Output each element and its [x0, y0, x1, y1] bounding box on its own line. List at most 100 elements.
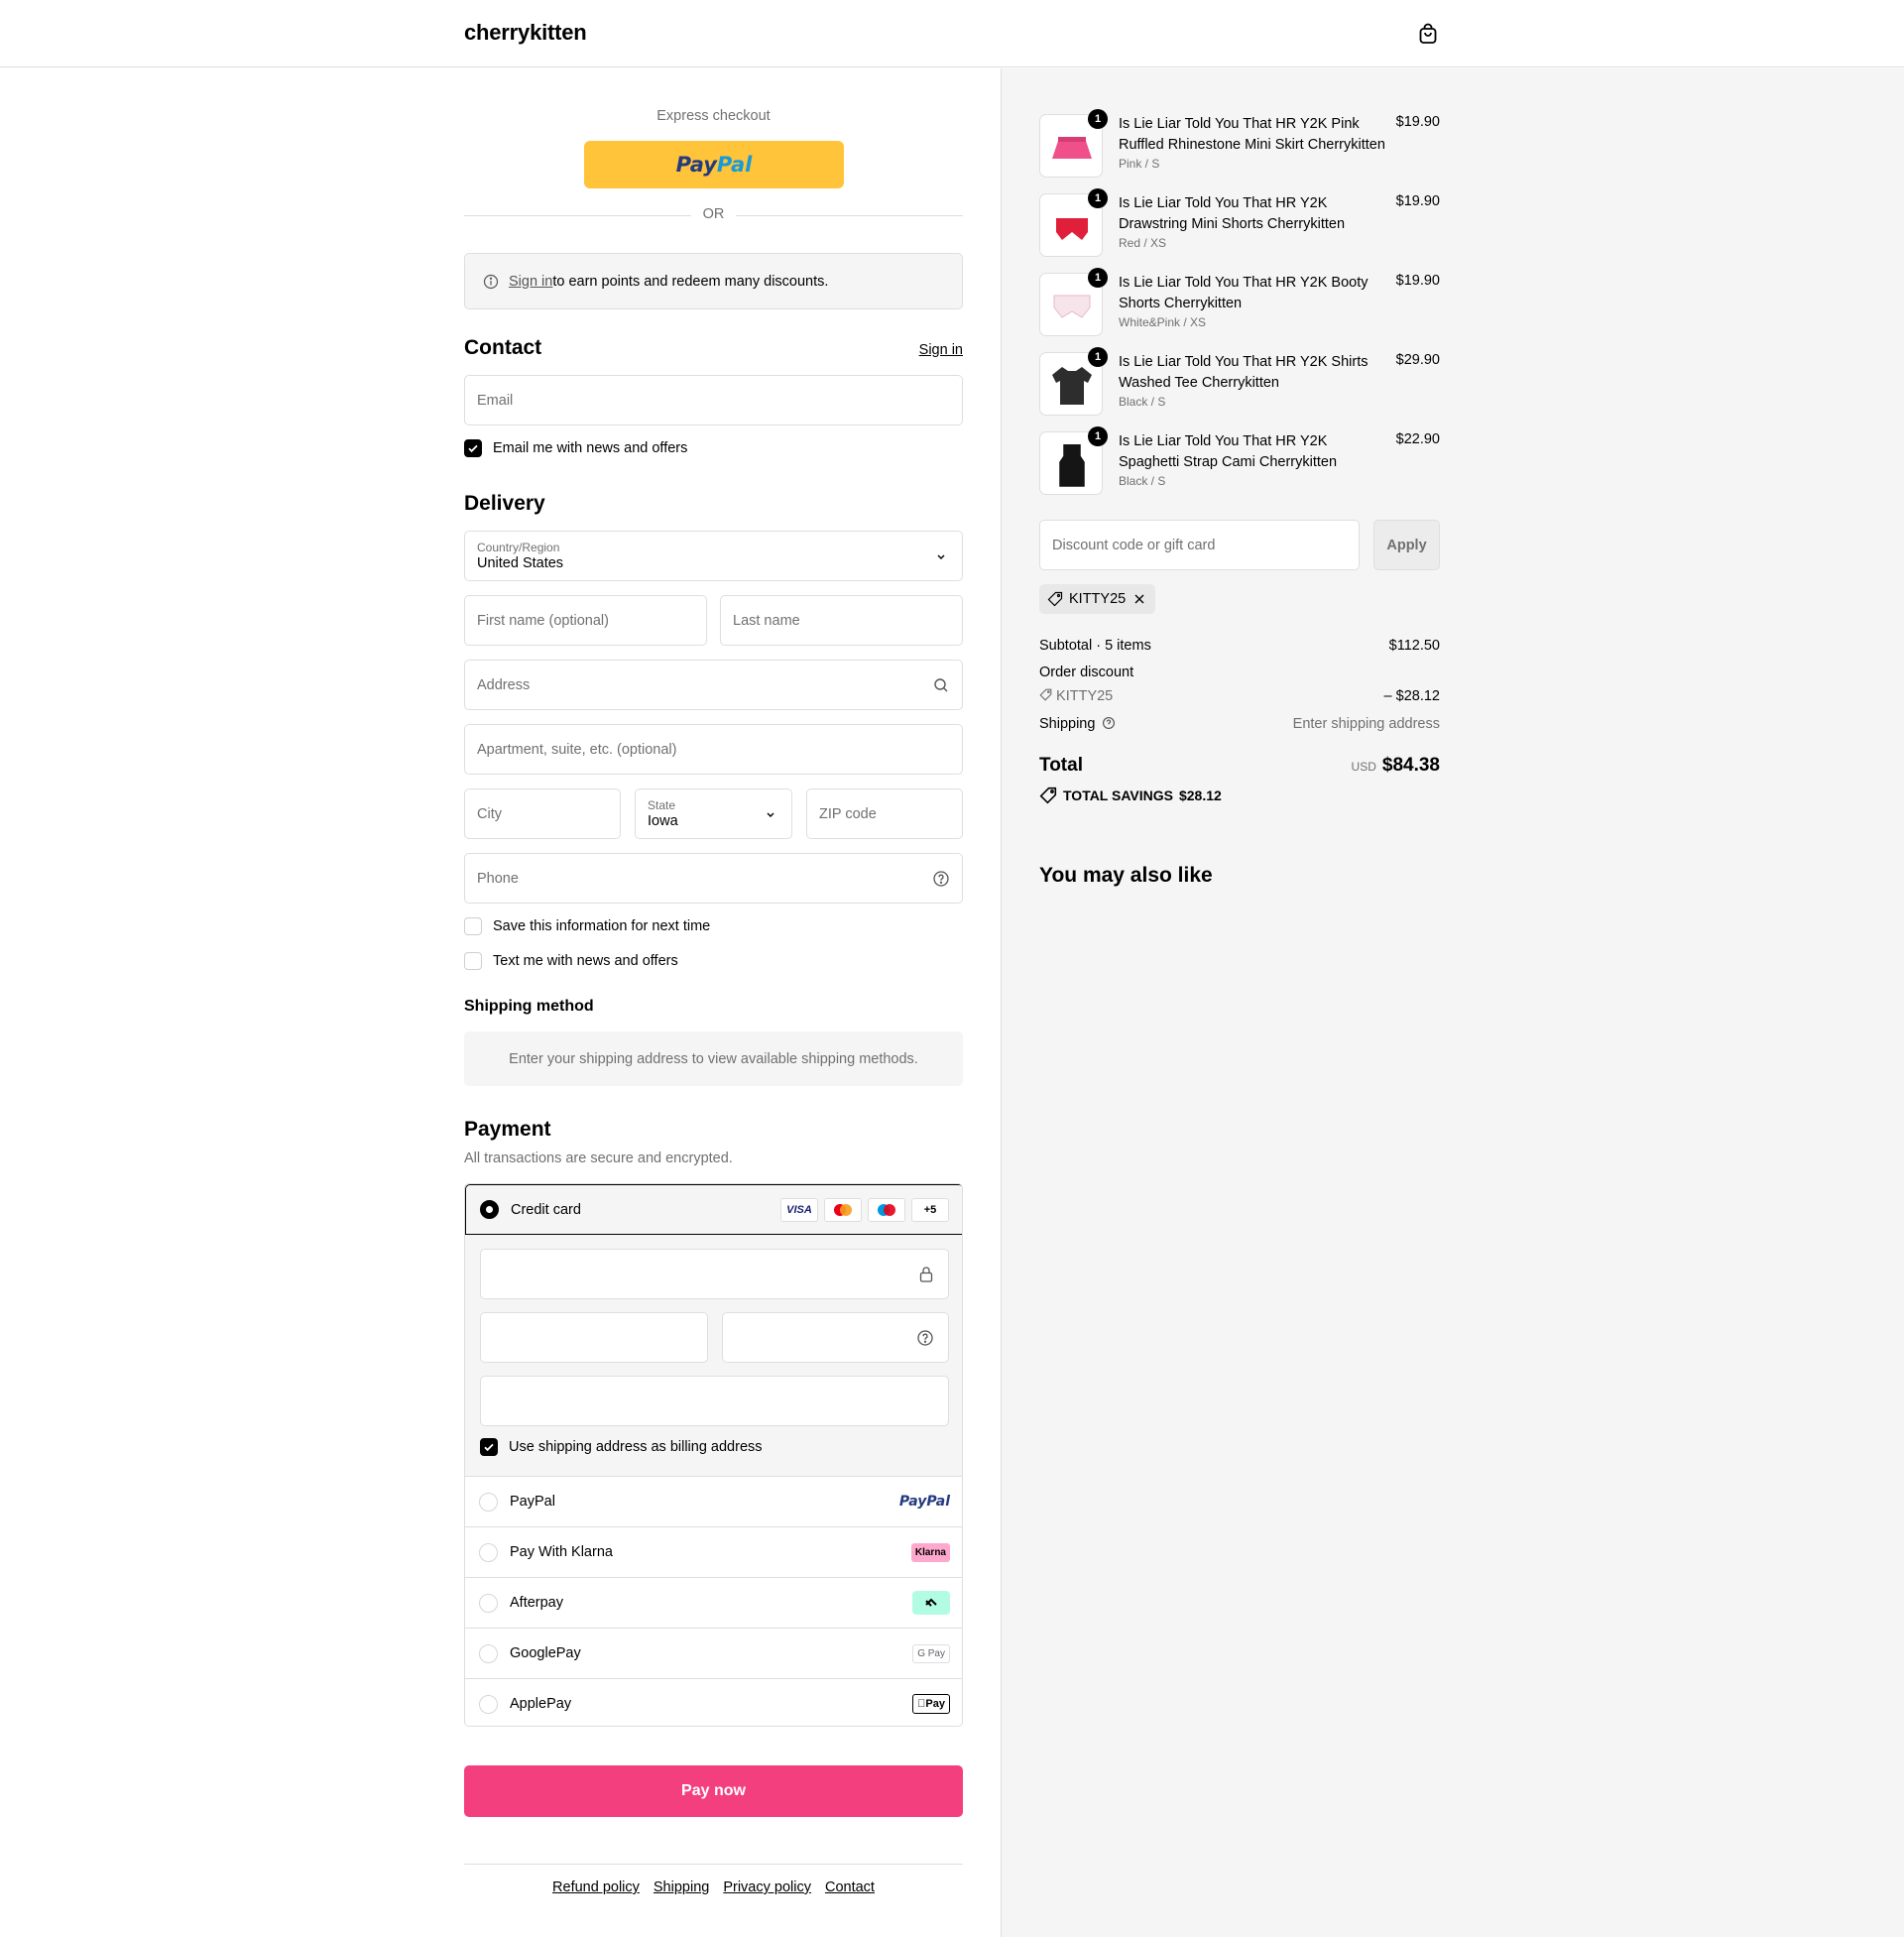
product-thumbnail: 1 — [1039, 347, 1108, 416]
item-title: Is Lie Liar Told You That HR Y2K Drawstr… — [1119, 195, 1346, 232]
credit-card-option[interactable]: Credit card VISA +5 — [465, 1184, 962, 1235]
radio-unselected-icon[interactable] — [479, 1492, 498, 1512]
last-name-field[interactable]: Last name — [720, 595, 963, 646]
mastercard-icon — [824, 1198, 862, 1222]
googlepay-option[interactable]: GooglePay G Pay — [465, 1628, 962, 1678]
zip-field[interactable]: ZIP code — [806, 788, 963, 839]
save-info-checkbox[interactable]: Save this information for next time — [464, 917, 710, 935]
brand-logo[interactable]: cherrykitten — [464, 20, 587, 46]
tag-icon — [1039, 688, 1052, 701]
discount-code-label: KITTY25 — [1056, 688, 1114, 704]
help-circle-icon[interactable] — [916, 1329, 934, 1347]
savings-value: $28.12 — [1178, 787, 1222, 803]
quantity-badge: 1 — [1088, 268, 1108, 288]
paypal-express-button[interactable]: Pay Pal — [584, 141, 844, 188]
apply-discount-button[interactable]: Apply — [1373, 520, 1440, 570]
email-field[interactable]: Email — [464, 375, 963, 425]
radio-unselected-icon[interactable] — [479, 1643, 498, 1663]
refund-policy-link[interactable]: Refund policy — [552, 1879, 640, 1895]
item-variant: White&Pink / XS — [1119, 315, 1207, 329]
text-me-checkbox[interactable]: Text me with news and offers — [464, 952, 678, 970]
phone-placeholder: Phone — [477, 870, 519, 887]
lock-icon — [919, 1267, 933, 1282]
privacy-policy-link[interactable]: Privacy policy — [723, 1879, 811, 1895]
apartment-field[interactable]: Apartment, suite, etc. (optional) — [464, 724, 963, 775]
applied-code-tag: KITTY25 — [1039, 584, 1156, 614]
help-circle-icon[interactable] — [1102, 716, 1116, 730]
country-select[interactable]: Country/Region United States — [464, 531, 963, 581]
country-label: Country/Region — [477, 540, 560, 554]
checkbox-unchecked-icon[interactable] — [464, 917, 482, 935]
express-checkout-label: Express checkout — [656, 108, 771, 124]
discount-value: – $28.12 — [1383, 688, 1440, 704]
quantity-badge: 1 — [1088, 188, 1108, 208]
email-news-checkbox[interactable]: Email me with news and offers — [464, 439, 687, 457]
contact-link[interactable]: Contact — [825, 1879, 875, 1895]
delivery-title: Delivery — [464, 492, 545, 515]
line-item: 1 Is Lie Liar Told You That HR Y2K Shirt… — [1039, 347, 1440, 418]
savings-label: TOTAL SAVINGS — [1063, 787, 1173, 803]
checkbox-checked-icon[interactable] — [480, 1438, 498, 1456]
maestro-icon — [868, 1198, 905, 1222]
item-title: Is Lie Liar Told You That HR Y2K Pink Ru… — [1119, 116, 1385, 153]
pay-now-button[interactable]: Pay now — [464, 1765, 963, 1817]
signin-banner-link[interactable]: Sign in — [509, 274, 552, 290]
item-price: $19.90 — [1395, 273, 1440, 289]
discount-code-row: KITTY25 – $28.12 — [1039, 688, 1440, 704]
klarna-option[interactable]: Pay With Klarna Klarna — [465, 1526, 962, 1577]
security-code-field[interactable] — [722, 1312, 949, 1363]
line-item: 1 Is Lie Liar Told You That HR Y2K Booty… — [1039, 268, 1440, 338]
radio-selected-icon[interactable] — [480, 1200, 499, 1219]
applied-code-label: KITTY25 — [1069, 591, 1127, 607]
payment-methods: Credit card VISA +5 Use shipping address… — [464, 1183, 963, 1727]
item-title: Is Lie Liar Told You That HR Y2K Booty S… — [1119, 275, 1368, 311]
savings-tag-icon — [1039, 787, 1057, 804]
tag-icon — [1047, 591, 1063, 607]
city-field[interactable]: City — [464, 788, 621, 839]
checkbox-checked-icon[interactable] — [464, 439, 482, 457]
phone-field[interactable]: Phone — [464, 853, 963, 904]
card-number-field[interactable] — [480, 1249, 949, 1299]
applepay-option[interactable]: ApplePay Pay — [465, 1678, 962, 1726]
first-name-field[interactable]: First name (optional) — [464, 595, 707, 646]
apartment-placeholder: Apartment, suite, etc. (optional) — [477, 741, 677, 758]
item-title: Is Lie Liar Told You That HR Y2K Spaghet… — [1119, 433, 1338, 470]
item-variant: Red / XS — [1119, 236, 1167, 250]
close-icon[interactable] — [1131, 591, 1147, 607]
expiration-date-field[interactable] — [480, 1312, 708, 1363]
afterpay-logo-icon — [912, 1591, 950, 1615]
chevron-down-icon — [767, 812, 774, 817]
line-item: 1 Is Lie Liar Told You That HR Y2K Pink … — [1039, 109, 1440, 180]
shipping-policy-link[interactable]: Shipping — [654, 1879, 709, 1895]
item-price: $19.90 — [1395, 193, 1440, 209]
state-select[interactable]: State Iowa — [635, 788, 792, 839]
paypal-logo-part2: Pal — [716, 153, 753, 177]
discount-code-input[interactable]: Discount code or gift card — [1039, 520, 1360, 570]
contact-signin-link[interactable]: Sign in — [919, 342, 963, 358]
signin-banner-text: to earn points and redeem many discounts… — [552, 273, 829, 290]
help-circle-icon[interactable] — [932, 870, 950, 888]
zip-placeholder: ZIP code — [819, 805, 877, 822]
first-name-placeholder: First name (optional) — [477, 612, 609, 629]
applepay-logo-icon: Pay — [912, 1694, 950, 1714]
applepay-logo-text: Pay — [925, 1698, 945, 1710]
checkbox-unchecked-icon[interactable] — [464, 952, 482, 970]
item-name: Is Lie Liar Told You That HR Y2K Booty S… — [1119, 273, 1386, 330]
or-label: OR — [702, 206, 725, 222]
subtotal-value: $112.50 — [1388, 638, 1440, 654]
radio-unselected-icon[interactable] — [479, 1694, 498, 1714]
billing-same-checkbox[interactable]: Use shipping address as billing address — [480, 1438, 763, 1456]
klarna-logo-icon: Klarna — [910, 1542, 950, 1562]
afterpay-option[interactable]: Afterpay — [465, 1577, 962, 1628]
name-on-card-field[interactable] — [480, 1376, 949, 1426]
credit-card-label: Credit card — [511, 1201, 581, 1218]
radio-unselected-icon[interactable] — [479, 1542, 498, 1562]
quantity-badge: 1 — [1088, 347, 1108, 367]
paypal-option[interactable]: PayPal PayPal — [465, 1476, 962, 1526]
credit-card-form: Use shipping address as billing address — [465, 1235, 962, 1476]
radio-unselected-icon[interactable] — [479, 1593, 498, 1613]
shopping-bag-icon[interactable] — [1416, 22, 1440, 46]
googlepay-option-label: GooglePay — [510, 1645, 581, 1661]
address-field[interactable]: Address — [464, 660, 963, 710]
line-item: 1 Is Lie Liar Told You That HR Y2K Draws… — [1039, 188, 1440, 259]
